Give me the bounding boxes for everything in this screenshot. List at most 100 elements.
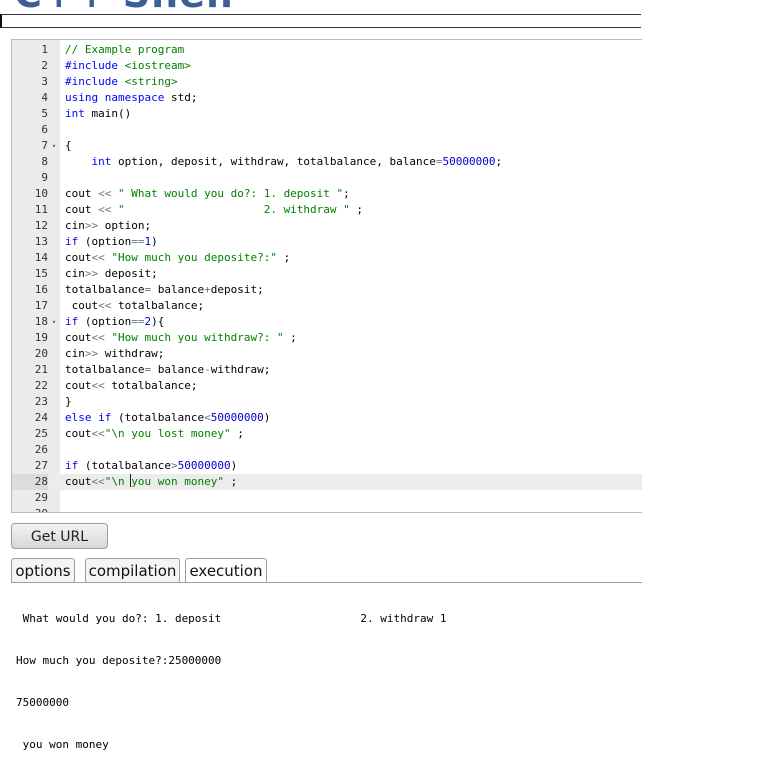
code-text: } [65, 395, 72, 408]
line-number: 24 [34, 411, 48, 424]
code-text: #include <iostream> [65, 59, 191, 72]
execution-output: What would you do?: 1. deposit 2. withdr… [16, 584, 636, 766]
code-line[interactable]: 24 else if (totalbalance<50000000) [12, 410, 642, 426]
line-number: 29 [34, 491, 48, 504]
code-text: totalbalance= balance+deposit; [65, 283, 264, 296]
code-text: if (option==1) [65, 235, 158, 248]
code-text: cin>> deposit; [65, 267, 158, 280]
line-number: 21 [34, 363, 48, 376]
code-text: cin>> option; [65, 219, 152, 232]
code-line[interactable]: 27 if (totalbalance>50000000) [12, 458, 642, 474]
line-number: 28 [12, 474, 48, 490]
line-number: 11 [34, 203, 48, 216]
code-line[interactable]: 29 [12, 490, 642, 506]
code-line[interactable]: 16 totalbalance= balance+deposit; [12, 282, 642, 298]
code-line[interactable]: 17 cout<< totalbalance; [12, 298, 642, 314]
tab-compilation[interactable]: compilation [85, 558, 180, 582]
code-editor[interactable]: 1 // Example program 2 #include <iostream> 3… [11, 39, 642, 513]
line-number: 15 [34, 267, 48, 280]
tab-divider [11, 582, 642, 583]
code-text: cout<< "How much you deposite?:" ; [65, 251, 291, 264]
code-line[interactable]: 12 cin>> option; [12, 218, 642, 234]
code-line[interactable]: 10 cout << " What would you do?: 1. depos… [12, 186, 642, 202]
line-number: 12 [34, 219, 48, 232]
code-text: int main() [65, 107, 132, 120]
code-line[interactable]: 1 // Example program [12, 42, 642, 58]
code-text: cout<<"\n you won money" ; [65, 474, 238, 488]
code-line[interactable]: 7 ▾ { [12, 138, 642, 154]
tab-options[interactable]: options [11, 558, 75, 582]
line-number: 10 [34, 187, 48, 200]
code-line[interactable]: 8 int option, deposit, withdraw, totalba… [12, 154, 642, 170]
output-line: you won money [16, 738, 109, 751]
code-line[interactable]: 14 cout<< "How much you deposite?:" ; [12, 250, 642, 266]
code-line[interactable]: 9 [12, 170, 642, 186]
fold-arrow-icon[interactable]: ▾ [50, 314, 58, 330]
url-field[interactable] [0, 14, 641, 28]
code-text: if (option==2){ [65, 315, 165, 328]
code-line[interactable]: 3 #include <string> [12, 74, 642, 90]
code-line[interactable]: 20 cin>> withdraw; [12, 346, 642, 362]
output-line: 75000000 [16, 696, 69, 709]
output-line: What would you do?: 1. deposit 2. withdr… [16, 612, 447, 625]
line-number: 22 [34, 379, 48, 392]
line-number: 20 [34, 347, 48, 360]
header: C++ Shell [0, 0, 641, 32]
tab-execution[interactable]: execution [185, 558, 267, 583]
line-number: 16 [34, 283, 48, 296]
code-lines[interactable]: 1 // Example program 2 #include <iostream> 3… [12, 42, 642, 512]
code-line[interactable]: 15 cin>> deposit; [12, 266, 642, 282]
line-number: 17 [34, 299, 48, 312]
code-line[interactable]: 19 cout<< "How much you withdraw?: " ; [12, 330, 642, 346]
code-text: cout<< totalbalance; [65, 379, 198, 392]
code-line[interactable]: 22 cout<< totalbalance; [12, 378, 642, 394]
code-text: cout<< "How much you withdraw?: " ; [65, 331, 297, 344]
code-line[interactable]: 13 if (option==1) [12, 234, 642, 250]
code-line[interactable]: 4 using namespace std; [12, 90, 642, 106]
code-text: cout << " 2. withdraw " ; [65, 203, 364, 216]
line-number: 3 [41, 75, 48, 88]
line-number: 14 [34, 251, 48, 264]
line-number: 9 [41, 171, 48, 184]
line-number: 7 [41, 139, 48, 152]
code-text: if (totalbalance>50000000) [65, 459, 238, 472]
code-text: totalbalance= balance-withdraw; [65, 363, 271, 376]
code-text: int option, deposit, withdraw, totalbala… [91, 155, 503, 168]
line-number: 13 [34, 235, 48, 248]
code-text: cout<< totalbalance; [65, 299, 205, 312]
line-number: 30 [12, 506, 48, 512]
output-line: How much you deposite?:25000000 [16, 654, 222, 667]
line-number: 5 [41, 107, 48, 120]
line-number: 25 [34, 427, 48, 440]
code-line[interactable]: 21 totalbalance= balance-withdraw; [12, 362, 642, 378]
code-text: // Example program [65, 43, 185, 56]
line-number: 27 [34, 459, 48, 472]
code-line[interactable]: 28 cout<<"\n you won money" ; [12, 474, 642, 490]
code-line[interactable]: 25 cout<<"\n you lost money" ; [12, 426, 642, 442]
code-line[interactable]: 26 [12, 442, 642, 458]
line-number: 1 [41, 43, 48, 56]
code-text: cout << " What would you do?: 1. deposit… [65, 187, 350, 200]
code-text: cout<<"\n you lost money" ; [65, 427, 244, 440]
line-number: 19 [34, 331, 48, 344]
code-line[interactable]: 18 ▾ if (option==2){ [12, 314, 642, 330]
code-text: else if (totalbalance<50000000) [65, 411, 271, 424]
code-line[interactable]: 11 cout << " 2. withdraw " ; [12, 202, 642, 218]
code-line[interactable]: 6 [12, 122, 642, 138]
line-number: 2 [41, 59, 48, 72]
code-text: cin>> withdraw; [65, 347, 165, 360]
line-number: 18 [34, 315, 48, 328]
code-text: { [65, 139, 72, 152]
line-number: 6 [41, 123, 48, 136]
line-number: 26 [34, 443, 48, 456]
code-line[interactable]: 2 #include <iostream> [12, 58, 642, 74]
fold-arrow-icon[interactable]: ▾ [50, 138, 58, 154]
line-number: 8 [41, 155, 48, 168]
code-text: using namespace std; [65, 91, 198, 104]
code-line[interactable]: 5 int main() [12, 106, 642, 122]
code-line[interactable]: 23} [12, 394, 642, 410]
code-line[interactable]: 30 [12, 506, 642, 512]
get-url-button[interactable]: Get URL [11, 523, 108, 549]
code-text: #include <string> [65, 75, 178, 88]
line-number: 23 [34, 395, 48, 408]
